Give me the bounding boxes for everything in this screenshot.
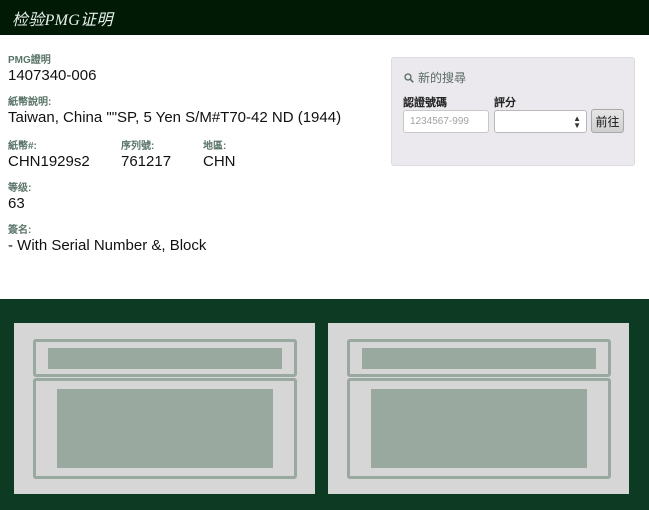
note-attributes-row: 紙幣#: CHN1929s2 序列號: 761217 地區: CHN [8,141,378,173]
placeholder-body-frame [347,378,611,479]
signature-label: 簽名: [8,225,32,236]
image-placeholder-card [14,323,315,494]
region-value: CHN [203,153,236,170]
signature-value: - With Serial Number &, Block [8,237,207,254]
placeholder-body-panel [57,389,273,468]
serial-number-value: 761217 [121,153,172,170]
placeholder-header-frame [33,339,297,377]
search-icon [404,72,414,83]
go-button[interactable]: 前往 [591,109,624,133]
image-placeholder-card [328,323,629,494]
region-field: 地區: CHN [203,141,236,170]
grade-value: 63 [8,195,25,212]
placeholder-body-panel [371,389,587,468]
signature-field: 簽名: - With Serial Number &, Block [8,225,378,254]
placeholder-header-frame [347,339,611,377]
new-search-panel: 新的搜尋 認證號碼 評分 ▲▼ 前往 [391,57,635,166]
footer-promo-area [0,299,649,510]
serial-number-label: 序列號: [121,141,155,152]
grade-select[interactable]: ▲ ▼ [494,110,587,133]
cert-number-label: PMG證明 [8,55,51,66]
serial-number-field: 序列號: 761217 [121,141,171,170]
cert-number-search-label: 認證號碼 [403,97,447,109]
note-description-field: 紙幣說明: Taiwan, China ""SP, 5 Yen S/M#T70-… [8,97,378,126]
cert-number-field: PMG證明 1407340-006 [8,55,96,84]
page-title: 检验PMG证明 [12,12,113,29]
placeholder-body-frame [33,378,297,479]
pick-number-label: 紙幣#: [8,141,37,152]
new-search-heading: 新的搜尋 [404,69,466,86]
region-label: 地區: [203,141,227,152]
note-description-value: Taiwan, China ""SP, 5 Yen S/M#T70-42 ND … [8,109,342,126]
grade-search-label: 評分 [494,97,516,109]
placeholder-header-bar [48,348,282,369]
grade-label: 等级: [8,183,32,194]
pick-number-value: CHN1929s2 [8,153,90,170]
placeholder-header-bar [362,348,596,369]
note-description-label: 紙幣說明: [8,97,52,108]
cert-number-input[interactable] [403,110,489,133]
new-search-title: 新的搜尋 [418,71,467,85]
grade-field: 等级: 63 [8,183,31,212]
top-header-bar: 检验PMG证明 [0,0,649,35]
cert-number-value: 1407340-006 [8,67,97,84]
pick-number-field: 紙幣#: CHN1929s2 [8,141,90,170]
select-arrows-icon: ▲ ▼ [573,114,581,130]
